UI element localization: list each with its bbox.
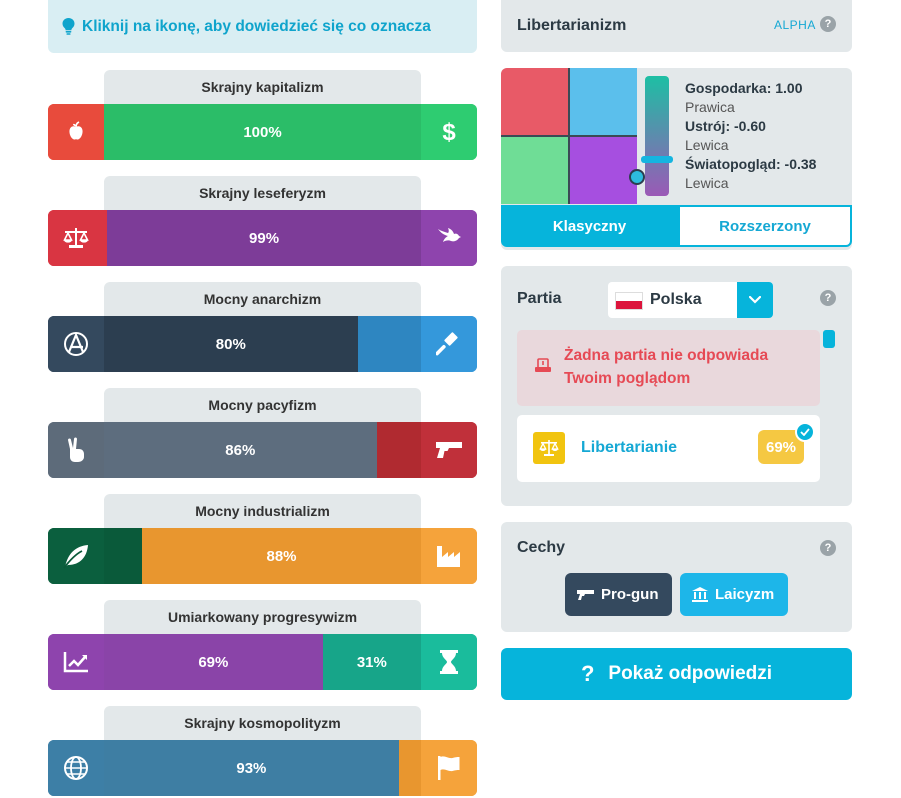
compass-quadrant — [501, 68, 568, 135]
axis-label: Umiarkowany progresywizm — [104, 600, 421, 634]
ideology-title: Libertarianizm — [517, 17, 627, 34]
axis-bar: 69% 31% — [48, 634, 477, 690]
no-party-alert: Żadna partia nie odpowiada Twoim poglądo… — [517, 330, 820, 406]
axis-label: Mocny anarchizm — [104, 282, 421, 316]
hint-banner: Kliknij na ikonę, aby dowiedzieć się co … — [48, 0, 477, 53]
chevron-down-icon[interactable] — [737, 282, 773, 318]
trait-pro-gun-label: Pro-gun — [601, 586, 659, 603]
traits-title: Cechy — [517, 539, 566, 556]
scales-icon — [533, 432, 565, 464]
institution-icon — [692, 587, 708, 602]
coord-economy-value: Prawica — [685, 99, 735, 115]
axis-row: Mocny pacyfizm 86% — [48, 388, 477, 478]
axis-label: Skrajny kapitalizm — [104, 70, 421, 104]
question-mark-icon: ? — [580, 661, 595, 686]
gun-icon — [577, 589, 594, 601]
hint-text: Kliknij na ikonę, aby dowiedzieć się co … — [82, 17, 431, 35]
compass-card: Gospodarka: 1.00 Prawica Ustrój: -0.60 L… — [501, 68, 852, 250]
poland-flag-icon — [616, 293, 642, 309]
coord-worldview-value: Lewica — [685, 175, 729, 191]
svg-text:$: $ — [442, 119, 456, 145]
compass-quadrant — [570, 137, 637, 204]
chart-up-icon[interactable] — [48, 634, 104, 690]
coord-worldview-key: Światopogląd: -0.38 — [685, 156, 817, 172]
compass-quadrant — [570, 68, 637, 135]
axis-label: Mocny industrializm — [104, 494, 421, 528]
alpha-badge: ALPHA — [774, 18, 816, 32]
gavel-icon[interactable] — [421, 316, 477, 372]
coordinates-list: Gospodarka: 1.00 Prawica Ustrój: -0.60 L… — [685, 79, 816, 193]
worldview-slider[interactable] — [645, 76, 669, 196]
show-answers-button[interactable]: ? Pokaż odpowiedzi — [501, 648, 852, 700]
axis-label: Skrajny kosmopolityzm — [104, 706, 421, 740]
worldview-slider-handle[interactable] — [641, 156, 673, 163]
dollar-icon[interactable]: $ — [421, 104, 477, 160]
axis-label: Mocny pacyfizm — [104, 388, 421, 422]
party-match-item[interactable]: Libertarianie 69% — [517, 415, 820, 482]
axis-row: Skrajny kosmopolityzm 93% — [48, 706, 477, 796]
peace-hand-icon[interactable] — [48, 422, 104, 478]
lightbulb-icon — [62, 18, 75, 35]
axis-bar: 86% — [48, 422, 477, 478]
traits-help-icon[interactable]: ? — [820, 540, 836, 556]
axis-row: Skrajny leseferyzm 99% — [48, 176, 477, 266]
compass-quadrant — [501, 137, 568, 204]
political-compass[interactable] — [501, 68, 637, 204]
trait-secularism[interactable]: Laicyzm — [680, 573, 788, 616]
party-card: Partia Polska ? Żadna partia nie odpowia… — [501, 266, 852, 506]
apple-icon[interactable] — [48, 104, 104, 160]
coord-governance-key: Ustrój: -0.60 — [685, 118, 766, 134]
axis-bar: 100% $ — [48, 104, 477, 160]
party-title: Partia — [517, 290, 562, 307]
tab-extended[interactable]: Rozszerzony — [678, 205, 852, 247]
axis-row: Mocny industrializm 88% — [48, 494, 477, 584]
party-scrollbar[interactable] — [823, 330, 835, 348]
axis-label: Skrajny leseferyzm — [104, 176, 421, 210]
party-match-name: Libertarianie — [581, 439, 678, 456]
trait-secularism-label: Laicyzm — [715, 586, 775, 603]
globe-icon[interactable] — [48, 740, 104, 796]
axis-bar: 88% — [48, 528, 477, 584]
no-party-alert-text: Żadna partia nie odpowiada Twoim poglądo… — [564, 347, 769, 387]
country-select-value: Polska — [650, 291, 702, 308]
factory-icon[interactable] — [421, 528, 477, 584]
flag-icon[interactable] — [421, 740, 477, 796]
check-icon — [795, 422, 815, 442]
scales-icon[interactable] — [48, 210, 104, 266]
help-icon[interactable]: ? — [820, 16, 836, 32]
dove-icon[interactable] — [421, 210, 477, 266]
anarchy-icon[interactable] — [48, 316, 104, 372]
ballot-box-icon — [535, 358, 551, 377]
axis-row: Skrajny kapitalizm 100% $ — [48, 70, 477, 160]
trait-pro-gun[interactable]: Pro-gun — [565, 573, 672, 616]
axis-row: Umiarkowany progresywizm 69% 31% — [48, 600, 477, 690]
show-answers-label: Pokaż odpowiedzi — [608, 663, 773, 684]
coord-economy-key: Gospodarka: 1.00 — [685, 80, 803, 96]
traits-card: Cechy ? — [501, 522, 852, 632]
axis-bar: 93% — [48, 740, 477, 796]
coord-governance-value: Lewica — [685, 137, 729, 153]
country-select[interactable]: Polska — [608, 282, 773, 318]
axis-row: Mocny anarchizm 80% — [48, 282, 477, 372]
tab-classic[interactable]: Klasyczny — [501, 205, 678, 247]
party-help-icon[interactable]: ? — [820, 290, 836, 306]
ideology-card: Libertarianizm ALPHA ? — [501, 0, 852, 52]
axis-bar: 80% — [48, 316, 477, 372]
axis-bar: 99% — [48, 210, 477, 266]
hourglass-icon[interactable] — [421, 634, 477, 690]
compass-position-marker — [629, 169, 645, 185]
leaf-icon[interactable] — [48, 528, 104, 584]
gun-icon[interactable] — [421, 422, 477, 478]
